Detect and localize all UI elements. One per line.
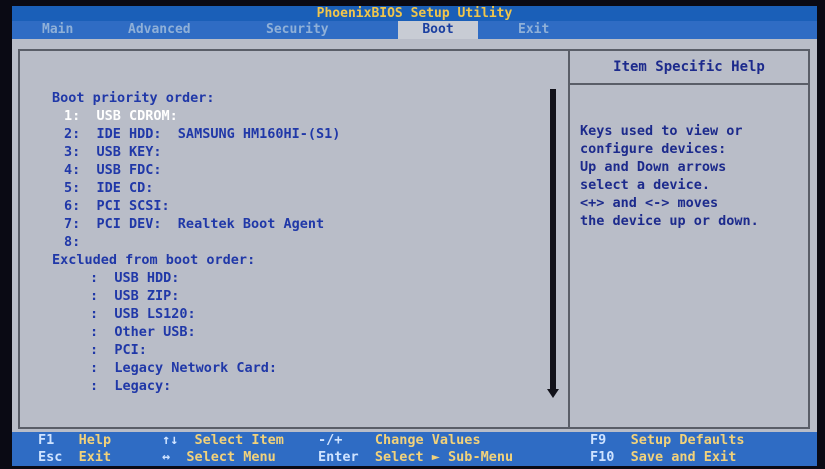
key-label: Enter xyxy=(318,449,359,465)
help-line: Up and Down arrows xyxy=(580,159,727,175)
excluded-item-label: Other USB: xyxy=(114,324,196,340)
excluded-item[interactable]: : USB ZIP: xyxy=(90,287,179,305)
boot-item-number: 6: xyxy=(64,198,81,214)
tab-main[interactable]: Main xyxy=(36,21,79,39)
boot-item-label: USB CDROM: xyxy=(96,108,178,124)
excluded-item[interactable]: : Other USB: xyxy=(90,323,196,341)
key-description: Select Menu xyxy=(186,449,276,465)
boot-item-number: 4: xyxy=(64,162,81,178)
key-description: Select Item xyxy=(194,432,284,448)
main-panel: Boot priority order: 1: USB CDROM: 2: ID… xyxy=(18,49,810,429)
boot-item-number: 1: xyxy=(64,108,81,124)
scrollbar[interactable] xyxy=(550,89,556,389)
boot-item-2[interactable]: 2: IDE HDD: SAMSUNG HM160HI-(S1) xyxy=(64,125,340,143)
boot-item-label: IDE CD: xyxy=(96,180,154,196)
help-line: Keys used to view or xyxy=(580,123,743,139)
boot-item-number: 8: xyxy=(64,234,81,250)
boot-item-number: 7: xyxy=(64,216,81,232)
help-line: the device up or down. xyxy=(580,213,759,229)
excluded-item-marker: : xyxy=(90,342,99,358)
bios-screen: PhoenixBIOS Setup Utility Main Advanced … xyxy=(12,6,817,466)
excluded-item-label: Legacy Network Card: xyxy=(114,360,277,376)
up-down-arrows-icon: ↑↓ xyxy=(162,432,179,448)
boot-item-label: PCI SCSI: xyxy=(96,198,170,214)
excluded-item-label: USB ZIP: xyxy=(114,288,180,304)
help-line: <+> and <-> moves xyxy=(580,195,719,211)
excluded-item-marker: : xyxy=(90,288,99,304)
key-description: Setup Defaults xyxy=(630,432,745,448)
boot-item-number: 3: xyxy=(64,144,81,160)
key-description: Save and Exit xyxy=(630,449,737,465)
excluded-item-marker: : xyxy=(90,324,99,340)
boot-item-number: 2: xyxy=(64,126,81,142)
boot-item-label: IDE HDD: SAMSUNG HM160HI-(S1) xyxy=(96,126,341,142)
excluded-item-label: Legacy: xyxy=(114,378,172,394)
key-label: -/+ xyxy=(318,432,343,448)
key-hint-save-exit: F10 Save and Exit xyxy=(590,449,736,466)
tab-exit[interactable]: Exit xyxy=(512,21,555,39)
key-description: Help xyxy=(78,432,112,448)
key-hint-help: F1 Help xyxy=(38,432,111,449)
help-line: configure devices: xyxy=(580,141,727,157)
key-description: Exit xyxy=(78,449,112,465)
boot-item-number: 5: xyxy=(64,180,81,196)
key-hint-select-menu: ↔ Select Menu xyxy=(162,449,276,466)
help-line: select a device. xyxy=(580,177,711,193)
excluded-item[interactable]: : USB HDD: xyxy=(90,269,179,287)
bios-title: PhoenixBIOS Setup Utility xyxy=(12,6,817,21)
key-description: Select ► Sub-Menu xyxy=(374,449,514,465)
left-right-arrows-icon: ↔ xyxy=(162,449,171,465)
menu-bar: Main Advanced Security Boot Exit xyxy=(12,21,817,39)
boot-item-label: PCI DEV: Realtek Boot Agent xyxy=(96,216,325,232)
key-label: F1 xyxy=(38,432,55,448)
excluded-item-label: PCI: xyxy=(114,342,147,358)
scroll-down-arrow-icon[interactable] xyxy=(547,389,559,398)
help-pane: Item Specific Help Keys used to view or … xyxy=(570,51,808,427)
key-hint-exit: Esc Exit xyxy=(38,449,111,466)
excluded-item-marker: : xyxy=(90,306,99,322)
boot-item-8[interactable]: 8: xyxy=(64,233,97,251)
boot-item-5[interactable]: 5: IDE CD: xyxy=(64,179,153,197)
excluded-item-label: USB LS120: xyxy=(114,306,196,322)
key-description: Change Values xyxy=(374,432,481,448)
key-label: Esc xyxy=(38,449,63,465)
key-hint-sub-menu: Enter Select ► Sub-Menu xyxy=(318,449,513,466)
excluded-item-marker: : xyxy=(90,270,99,286)
excluded-item[interactable]: : Legacy: xyxy=(90,377,171,395)
excluded-item[interactable]: : Legacy Network Card: xyxy=(90,359,277,377)
excluded-item-marker: : xyxy=(90,360,99,376)
excluded-heading: Excluded from boot order: xyxy=(52,252,256,268)
key-legend: F1 Help ↑↓ Select Item -/+ Change Values… xyxy=(12,432,817,466)
tab-advanced[interactable]: Advanced xyxy=(122,21,197,39)
key-label: F9 xyxy=(590,432,607,448)
help-title: Item Specific Help xyxy=(570,51,808,85)
key-label: F10 xyxy=(590,449,615,465)
key-hint-setup-defaults: F9 Setup Defaults xyxy=(590,432,744,449)
excluded-item[interactable]: : PCI: xyxy=(90,341,147,359)
boot-item-label: USB KEY: xyxy=(96,144,162,160)
excluded-item[interactable]: : USB LS120: xyxy=(90,305,196,323)
tab-boot[interactable]: Boot xyxy=(398,21,478,39)
excluded-item-marker: : xyxy=(90,378,99,394)
boot-item-7[interactable]: 7: PCI DEV: Realtek Boot Agent xyxy=(64,215,324,233)
key-hint-select-item: ↑↓ Select Item xyxy=(162,432,284,449)
boot-item-1[interactable]: 1: USB CDROM: xyxy=(64,107,178,125)
boot-item-label: USB FDC: xyxy=(96,162,162,178)
boot-item-3[interactable]: 3: USB KEY: xyxy=(64,143,162,161)
boot-item-4[interactable]: 4: USB FDC: xyxy=(64,161,162,179)
key-hint-change-values: -/+ Change Values xyxy=(318,432,481,449)
boot-priority-heading: Boot priority order: xyxy=(52,90,215,106)
boot-item-6[interactable]: 6: PCI SCSI: xyxy=(64,197,170,215)
excluded-item-label: USB HDD: xyxy=(114,270,180,286)
boot-order-pane: Boot priority order: 1: USB CDROM: 2: ID… xyxy=(20,51,570,427)
tab-security[interactable]: Security xyxy=(260,21,335,39)
